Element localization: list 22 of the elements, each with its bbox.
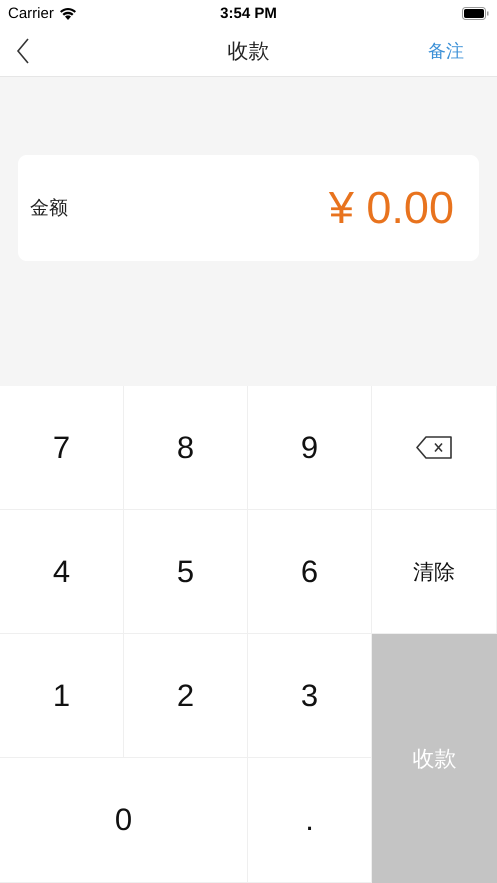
status-time: 3:54 PM	[219, 4, 278, 22]
key-button[interactable]: 6	[248, 510, 372, 634]
key-button[interactable]: 7	[0, 386, 124, 510]
key-button[interactable]: 4	[0, 510, 124, 634]
key-button[interactable]: 5	[124, 510, 248, 634]
key-button[interactable]: .	[248, 758, 372, 883]
carrier-name: Carrier	[8, 4, 54, 22]
key-button[interactable]: 0	[0, 758, 248, 883]
key-button[interactable]: 9	[248, 386, 372, 510]
amount-value: ¥ 0.00	[328, 182, 454, 234]
back-icon	[16, 38, 30, 64]
back-button[interactable]	[16, 38, 30, 64]
key-button[interactable]: 8	[124, 386, 248, 510]
amount-label: 金额	[30, 197, 68, 221]
backspace-icon	[416, 436, 452, 459]
page-title: 收款	[226, 39, 270, 65]
key-button[interactable]: 3	[248, 634, 372, 758]
clear-button[interactable]: 清除	[372, 510, 497, 634]
key-button[interactable]: 2	[124, 634, 248, 758]
wifi-icon	[58, 6, 77, 20]
key-button[interactable]: 1	[0, 634, 124, 758]
battery-icon	[462, 6, 489, 20]
